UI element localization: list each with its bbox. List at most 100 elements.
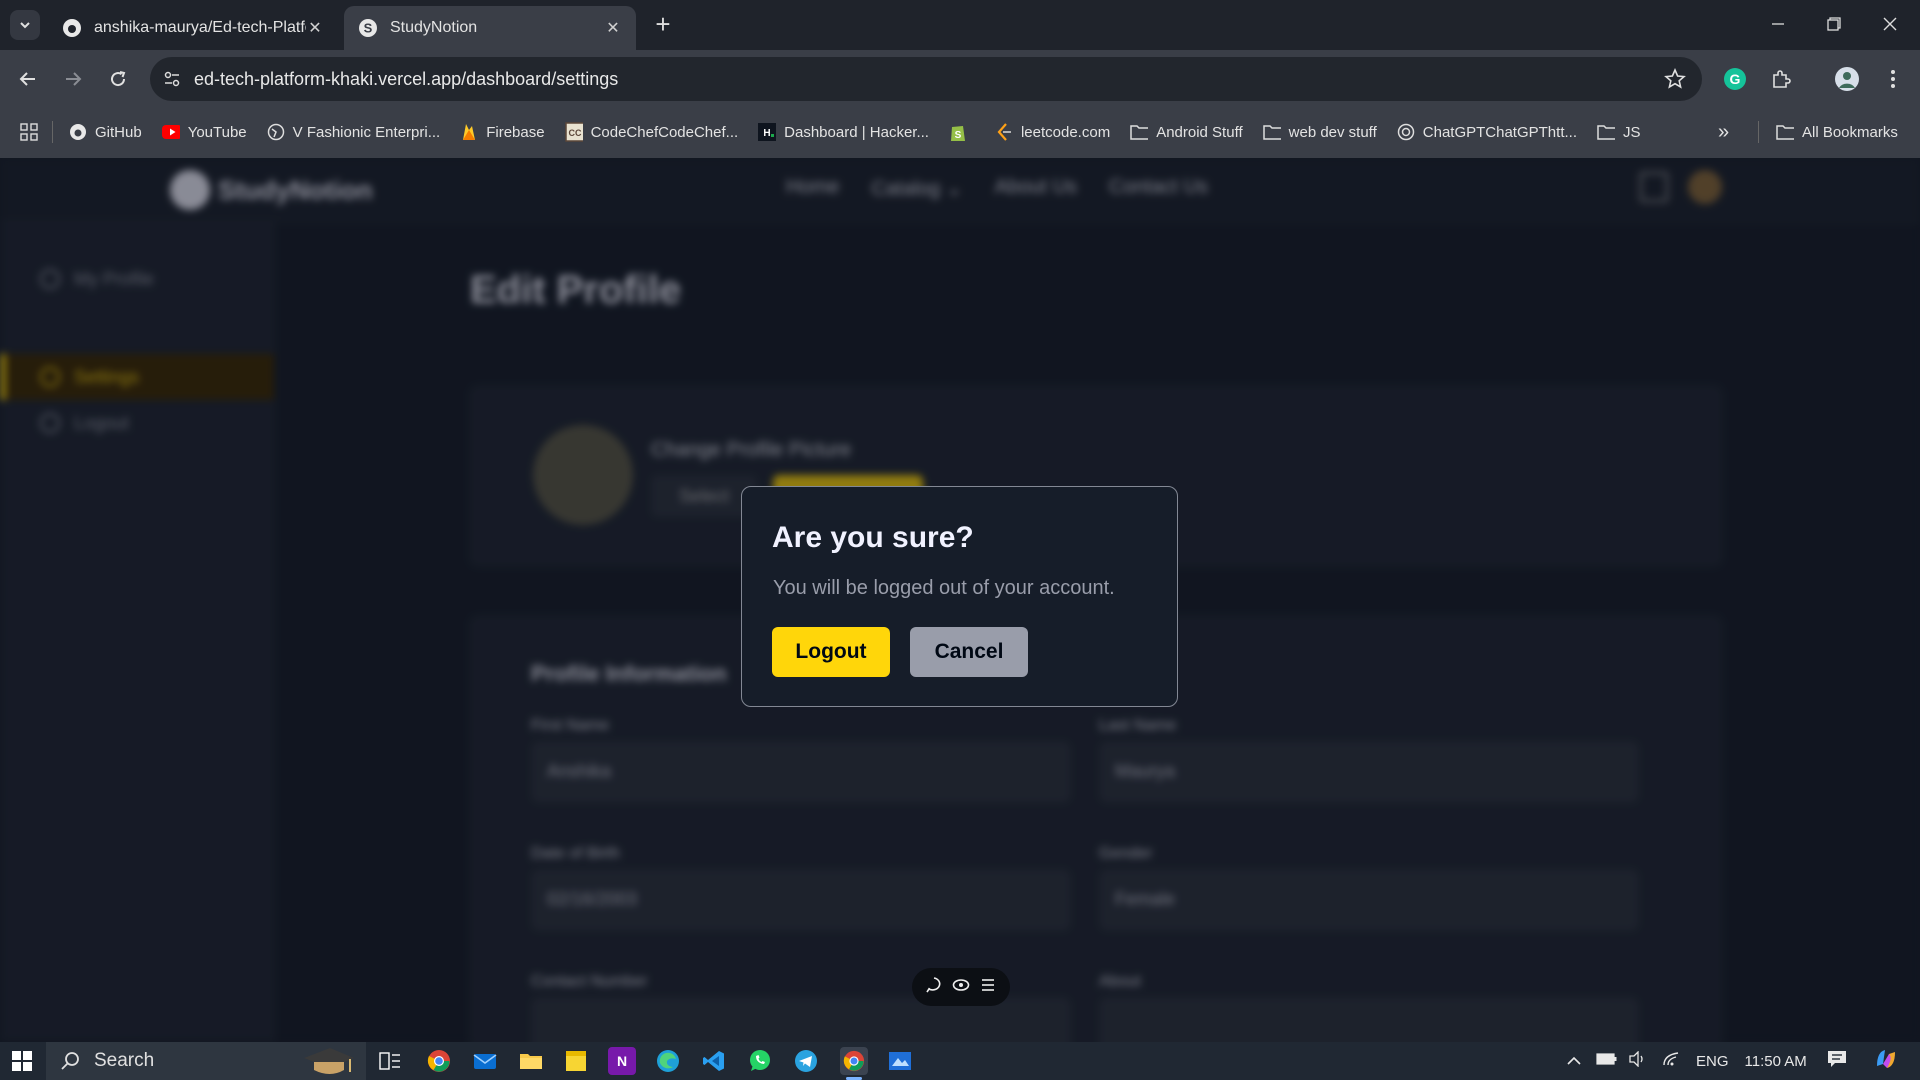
- onenote-icon[interactable]: N: [608, 1047, 636, 1075]
- mail-icon[interactable]: [471, 1047, 499, 1075]
- wifi-icon[interactable]: [1662, 1051, 1682, 1071]
- bookmark-leetcode[interactable]: leetcode.com: [995, 123, 1110, 141]
- bookmark-label: web dev stuff: [1288, 123, 1377, 141]
- apps-grid-icon: [20, 123, 38, 141]
- bookmark-label: Android Stuff: [1156, 123, 1243, 141]
- tab-github[interactable]: anshika-maurya/Ed-tech-Platfo ✕: [48, 6, 338, 50]
- grammarly-icon[interactable]: G: [1720, 64, 1750, 94]
- bookmark-label: All Bookmarks: [1802, 123, 1898, 141]
- forward-button[interactable]: [58, 64, 88, 94]
- file-explorer-icon[interactable]: [517, 1047, 545, 1075]
- url-text: ed-tech-platform-khaki.vercel.app/dashbo…: [194, 68, 619, 89]
- bookmark-v-fashionic[interactable]: V Fashionic Enterpri...: [267, 123, 440, 141]
- more-bookmarks-button[interactable]: »: [1718, 121, 1729, 144]
- new-tab-button[interactable]: +: [650, 11, 676, 37]
- tab-search-dropdown[interactable]: [10, 10, 40, 40]
- search-icon: [61, 1052, 79, 1070]
- svg-text:CC: CC: [568, 128, 581, 138]
- back-button[interactable]: [13, 64, 43, 94]
- taskbar-search-box[interactable]: Search: [46, 1042, 366, 1080]
- sticky-notes-icon[interactable]: [562, 1047, 590, 1075]
- search-placeholder: Search: [94, 1050, 155, 1071]
- battery-icon[interactable]: [1596, 1052, 1618, 1070]
- volume-icon[interactable]: [1628, 1050, 1648, 1071]
- tab-studynotion[interactable]: S StudyNotion ✕: [344, 6, 636, 50]
- svg-text:S: S: [364, 21, 373, 36]
- svg-text:G: G: [1730, 71, 1741, 87]
- edge-icon[interactable]: [654, 1047, 682, 1075]
- github-icon: [62, 18, 82, 38]
- github-icon: [69, 123, 87, 141]
- restore-icon: [1827, 17, 1841, 31]
- chevron-double-right-icon: »: [1718, 120, 1730, 143]
- menu-kebab-icon[interactable]: [1878, 64, 1908, 94]
- extensions-puzzle-icon[interactable]: [1766, 64, 1796, 94]
- bookmark-chatgpt[interactable]: ChatGPTChatGPThtt...: [1397, 123, 1577, 141]
- bookmark-label: Firebase: [486, 123, 545, 141]
- graduation-cap-icon: [304, 1048, 354, 1074]
- bookmark-folder-js[interactable]: JS: [1597, 123, 1641, 141]
- bookmark-hackerrank[interactable]: H Dashboard | Hacker...: [758, 123, 929, 141]
- bookmark-star-icon[interactable]: [1664, 67, 1686, 95]
- chrome-icon[interactable]: [425, 1047, 453, 1075]
- site-info-icon[interactable]: [150, 70, 194, 88]
- all-bookmarks-button[interactable]: All Bookmarks: [1776, 123, 1898, 141]
- browser-toolbar: ed-tech-platform-khaki.vercel.app/dashbo…: [0, 50, 1920, 158]
- bookmark-firebase[interactable]: Firebase: [460, 123, 545, 141]
- chevron-down-icon: [20, 22, 30, 29]
- profile-avatar-icon[interactable]: [1832, 64, 1862, 94]
- address-bar[interactable]: ed-tech-platform-khaki.vercel.app/dashbo…: [150, 57, 1702, 101]
- bookmark-codechef[interactable]: CC CodeChefCodeChef...: [564, 122, 739, 142]
- bookmark-folder-android-stuff[interactable]: Android Stuff: [1130, 123, 1243, 141]
- clock-time[interactable]: 11:50 AM: [1745, 1053, 1807, 1070]
- chat-bubble-icon[interactable]: [925, 976, 943, 999]
- folder-icon: [1597, 123, 1615, 141]
- notification-icon[interactable]: [1827, 1050, 1847, 1072]
- apps-grid-button[interactable]: [20, 123, 38, 141]
- tab-title: StudyNotion: [390, 19, 478, 36]
- restore-button[interactable]: [1814, 8, 1854, 40]
- close-icon[interactable]: ✕: [306, 18, 324, 38]
- chevron-up-icon[interactable]: [1566, 1053, 1582, 1070]
- bookmark-label: YouTube: [187, 123, 247, 141]
- modal-text: You will be logged out of your account.: [773, 577, 1115, 599]
- reload-button[interactable]: [103, 64, 133, 94]
- leetcode-icon: [995, 123, 1013, 141]
- arrow-right-icon: [66, 72, 82, 86]
- cancel-button[interactable]: Cancel: [910, 627, 1028, 677]
- bookmark-youtube[interactable]: YouTube: [161, 123, 247, 141]
- language-indicator[interactable]: ENG: [1696, 1053, 1729, 1070]
- task-view-icon[interactable]: [376, 1047, 404, 1075]
- svg-text:S: S: [955, 130, 962, 141]
- bookmark-shopify[interactable]: S: [949, 123, 975, 141]
- minimize-button[interactable]: [1758, 8, 1798, 40]
- modal-title: Are you sure?: [772, 521, 974, 554]
- folder-icon: [1262, 123, 1281, 141]
- logout-confirmation-modal: Are you sure? You will be logged out of …: [741, 486, 1178, 707]
- bookmark-folder-web-dev-stuff[interactable]: web dev stuff: [1262, 123, 1377, 141]
- copilot-icon[interactable]: [1873, 1046, 1899, 1076]
- bookmarks-bar: GitHub YouTube V Fashionic Enterpri... F…: [0, 110, 1920, 154]
- close-window-button[interactable]: [1870, 8, 1910, 40]
- system-tray: ENG 11:50 AM: [1566, 1042, 1899, 1080]
- close-icon[interactable]: ✕: [604, 18, 622, 38]
- snipping-tool-icon[interactable]: [886, 1047, 914, 1075]
- list-menu-icon[interactable]: [979, 976, 997, 999]
- vscode-icon[interactable]: [700, 1047, 728, 1075]
- chrome-active-icon[interactable]: [840, 1047, 868, 1080]
- folder-icon: [1776, 123, 1794, 141]
- reload-icon: [111, 71, 126, 87]
- firebase-icon: [460, 123, 478, 141]
- whatsapp-icon[interactable]: [746, 1047, 774, 1075]
- eye-icon[interactable]: [952, 976, 970, 999]
- logout-button[interactable]: Logout: [772, 627, 890, 677]
- telegram-icon[interactable]: [792, 1047, 820, 1075]
- studynotion-icon: S: [358, 18, 378, 38]
- shopify-icon: S: [949, 123, 967, 141]
- close-icon: [1883, 17, 1897, 31]
- bookmark-label: CodeChefCodeChef...: [590, 123, 739, 141]
- bookmarks-separator: [1758, 121, 1759, 143]
- start-button[interactable]: [0, 1042, 44, 1080]
- bookmark-github[interactable]: GitHub: [69, 123, 142, 141]
- openai-icon: [1397, 123, 1415, 141]
